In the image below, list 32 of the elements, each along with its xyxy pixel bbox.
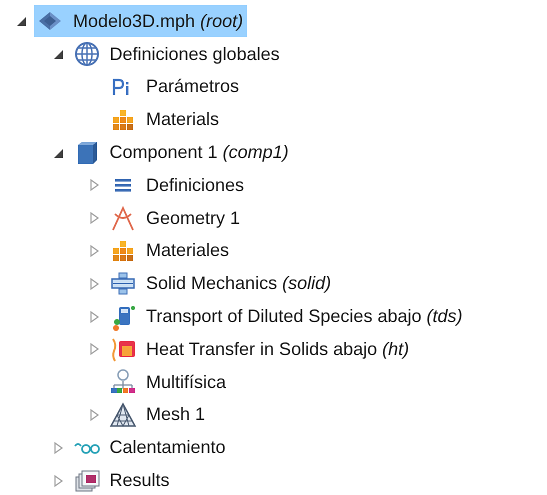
tree-item[interactable]: Solid Mechanics (solid) (107, 268, 336, 300)
tree-item[interactable]: Materials (107, 104, 224, 136)
tree-label: Materiales (146, 240, 230, 262)
tree-item[interactable]: Calentamiento (70, 432, 230, 464)
tree-item[interactable]: Parámetros (107, 70, 244, 103)
tree-label: Calentamiento (110, 437, 226, 458)
tree-label: Transport of Diluted Species abajo (tds) (146, 306, 462, 328)
tree-item[interactable]: Heat Transfer in Solids abajo (ht) (107, 333, 414, 366)
tree-label: Geometry 1 (146, 208, 240, 229)
tree-item[interactable]: Mesh 1 (107, 398, 210, 431)
tree-label: Modelo3D.mph (root) (73, 10, 244, 32)
tree-label: Heat Transfer in Solids abajo (ht) (146, 338, 410, 360)
tree-label: Solid Mechanics (solid) (146, 273, 332, 294)
tree-label: Parámetros (146, 76, 240, 98)
globe-icon (72, 40, 100, 68)
mesh-icon (109, 400, 137, 429)
tree-label: Definiciones (146, 174, 244, 196)
tree-item[interactable]: Definiciones globales (70, 38, 284, 70)
tree-item[interactable]: Materiales (107, 234, 234, 267)
tree-label: Definiciones globales (110, 44, 280, 65)
tree-label: Mesh 1 (146, 404, 206, 426)
tree-item[interactable]: Multifísica (107, 366, 230, 398)
tree-item[interactable]: Transport of Diluted Species abajo (tds) (107, 300, 466, 333)
tree-item[interactable]: Geometry 1 (107, 202, 244, 234)
tree-label: Results (110, 470, 170, 492)
tree-item[interactable]: Component 1 (comp1) (70, 136, 293, 169)
tree-label: Multifísica (146, 372, 226, 393)
tree-item[interactable]: Modelo3D.mph (root) (34, 5, 248, 38)
tree-label: Materials (146, 109, 220, 130)
tree-item[interactable]: Definiciones (107, 169, 248, 202)
tree-label: Component 1 (comp1) (110, 142, 289, 164)
tree-item[interactable]: Results (70, 464, 174, 495)
